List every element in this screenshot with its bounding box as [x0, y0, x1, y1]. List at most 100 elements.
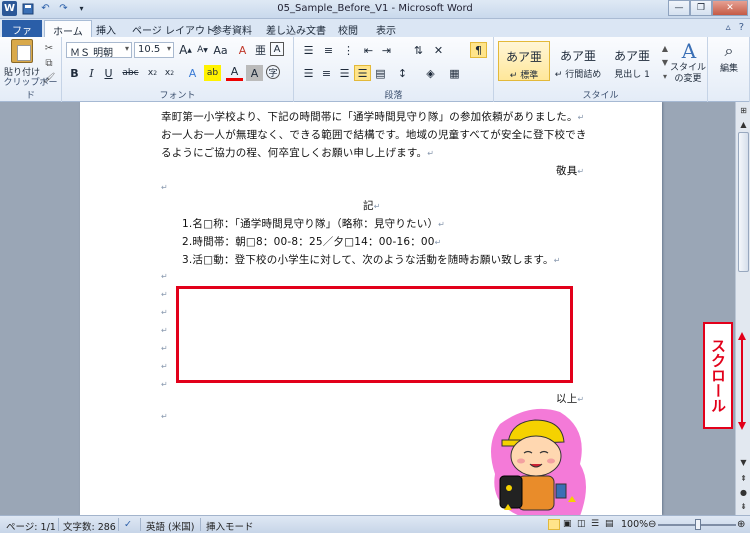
insert-mode[interactable]: 挿入モード — [206, 519, 254, 533]
align-left-icon[interactable]: ☰ — [300, 65, 317, 81]
text-effects-icon[interactable]: A — [184, 65, 201, 81]
copy-icon[interactable]: ⧉ — [42, 56, 56, 70]
ribbon-right-controls: ▵ ? — [726, 22, 744, 33]
closing-keigu: 敬具↵ — [556, 163, 584, 178]
item-line-1: 1.名□称：「通学時間見守り隊」（略称：見守りたい）↵ — [182, 216, 445, 231]
tab-review[interactable]: 校閲 — [330, 20, 366, 37]
browse-object-icon[interactable]: ● — [737, 486, 750, 499]
body-line-2-text: お一人お一人が無理なく、できる範囲で結構です。地域の児童すべてが安全に登下校でき — [161, 129, 587, 141]
ki-heading: 記↵ — [363, 198, 381, 213]
window-title: 05_Sample_Before_V1 - Microsoft Word — [277, 3, 473, 14]
scroll-down-icon[interactable]: ▼ — [737, 456, 750, 469]
tab-home[interactable]: ホーム — [44, 20, 92, 38]
style-normal-name: ↵ 標準 — [509, 71, 539, 81]
minimize-button[interactable]: — — [668, 0, 690, 16]
print-layout-view-icon[interactable] — [548, 519, 560, 530]
empty-paragraph-mark: ↵ — [161, 290, 168, 299]
paragraph-mark: ↵ — [373, 202, 381, 211]
line-spacing-icon[interactable]: ↕ — [394, 65, 411, 81]
underline-icon[interactable]: U — [100, 65, 117, 81]
zoom-level[interactable]: 100% — [621, 519, 648, 530]
enclose-chars-icon[interactable]: 字 — [266, 65, 280, 79]
tab-insert[interactable]: 挿入 — [88, 20, 124, 37]
style-heading-1[interactable]: あア亜 見出し 1 — [606, 41, 658, 81]
justify-icon[interactable]: ☰ — [354, 65, 371, 81]
phonetic-guide-icon[interactable]: 亜 — [252, 42, 269, 58]
cut-icon[interactable]: ✂ — [42, 41, 56, 55]
tab-file[interactable]: ファイル — [2, 20, 42, 52]
shading-icon[interactable]: ◈ — [422, 65, 439, 81]
language-indicator[interactable]: 英語 (米国) — [146, 519, 194, 533]
italic-icon[interactable]: I — [83, 65, 100, 81]
decrease-indent-icon[interactable]: ⇤ — [360, 42, 377, 58]
show-formatting-icon[interactable]: ¶ — [470, 42, 487, 58]
style-normal[interactable]: あア亜 ↵ 標準 — [498, 41, 550, 81]
align-center-icon[interactable]: ≡ — [318, 65, 335, 81]
empty-paragraph-mark: ↵ — [161, 380, 168, 389]
next-page-icon[interactable]: ⇟ — [737, 500, 750, 513]
outline-view-icon[interactable]: ☰ — [591, 519, 599, 529]
arrow-down-icon — [738, 422, 746, 430]
web-layout-icon[interactable]: ◫ — [577, 519, 586, 529]
zoom-in-icon[interactable]: ⊕ — [737, 519, 745, 530]
maximize-button[interactable]: ❐ — [690, 0, 712, 16]
superscript-icon[interactable]: x2 — [161, 65, 178, 81]
window-controls: — ❐ ✕ — [668, 0, 748, 16]
subscript-icon[interactable]: x2 — [144, 65, 161, 81]
previous-page-icon[interactable]: ⇞ — [737, 472, 750, 485]
grow-font-icon[interactable]: A ▲ — [177, 42, 194, 58]
align-right-icon[interactable]: ☰ — [336, 65, 353, 81]
help-icon[interactable]: ? — [739, 22, 744, 33]
full-screen-reading-icon[interactable]: ▣ — [563, 519, 572, 529]
zoom-out-icon[interactable]: ⊖ — [648, 519, 656, 530]
scroll-up-icon[interactable]: ▲ — [737, 118, 750, 131]
document-area: 幸町第一小学校より、下記の時間帯に「通学時間見守り隊」の参加依頼がありました。↵… — [0, 102, 735, 515]
zoom-slider-knob[interactable] — [695, 519, 701, 530]
vertical-scrollbar[interactable]: ⊞ ▲ ▼ ⇞ ● ⇟ — [735, 102, 750, 515]
student-clipart[interactable] — [480, 404, 590, 515]
strikethrough-icon[interactable]: abc — [122, 65, 139, 81]
font-size-select[interactable]: 10.5 — [134, 42, 174, 58]
word-count[interactable]: 文字数: 286 — [63, 519, 116, 533]
font-color-icon[interactable]: A — [226, 65, 243, 81]
sort-icon[interactable]: ⇅ — [410, 42, 427, 58]
clear-format-icon[interactable]: A — [234, 42, 251, 58]
tab-references[interactable]: 参考資料 — [204, 20, 260, 37]
ruler-toggle-icon[interactable]: ⊞ — [737, 104, 750, 117]
asian-layout-icon[interactable]: ✕ — [430, 42, 447, 58]
empty-paragraph-mark: ↵ — [161, 326, 168, 335]
style-no-spacing[interactable]: あア亜 ↵ 行間詰め — [552, 41, 604, 81]
page-count[interactable]: ページ: 1/1 — [6, 519, 56, 533]
editing-button[interactable]: ⌕ 編集 — [712, 39, 746, 74]
highlight-box — [176, 286, 573, 383]
tab-view[interactable]: 表示 — [368, 20, 404, 37]
document-page[interactable]: 幸町第一小学校より、下記の時間帯に「通学時間見守り隊」の参加依頼がありました。↵… — [80, 102, 662, 515]
numbering-icon[interactable]: ≡ — [320, 42, 337, 58]
multilevel-list-icon[interactable]: ⋮ — [340, 42, 357, 58]
char-shading-icon[interactable]: A — [246, 65, 263, 81]
style-heading-1-name: 見出し 1 — [614, 70, 650, 80]
tab-mailings[interactable]: 差し込み文書 — [258, 20, 334, 37]
bold-icon[interactable]: B — [66, 65, 83, 81]
paragraph-mark: ↵ — [427, 149, 435, 158]
highlight-icon[interactable]: ab — [204, 65, 221, 81]
change-case-icon[interactable]: Aa — [212, 42, 229, 58]
bullets-icon[interactable]: ☰ — [300, 42, 317, 58]
font-name-select[interactable]: ＭＳ 明朝 — [66, 42, 132, 59]
paragraph-mark: ↵ — [577, 395, 585, 404]
ribbon-minimize-icon[interactable]: ▵ — [726, 22, 731, 33]
borders-icon[interactable]: ▦ — [446, 65, 463, 81]
change-styles-label: スタイルの変更 — [670, 63, 707, 84]
increase-indent-icon[interactable]: ⇥ — [378, 42, 395, 58]
scroll-arrow-line — [741, 340, 743, 422]
proofing-icon[interactable]: ✓ — [124, 519, 132, 530]
change-styles-button[interactable]: A スタイルの変更 — [670, 39, 708, 85]
empty-paragraph-mark: ↵ — [161, 183, 168, 192]
shrink-font-icon[interactable]: A ▼ — [194, 42, 211, 58]
close-button[interactable]: ✕ — [712, 0, 748, 16]
char-border-icon[interactable]: A — [270, 42, 284, 56]
scrollbar-thumb[interactable] — [738, 132, 749, 272]
font-group-label: フォント — [159, 91, 196, 101]
draft-view-icon[interactable]: ▤ — [605, 519, 614, 529]
distributed-icon[interactable]: ▤ — [372, 65, 389, 81]
